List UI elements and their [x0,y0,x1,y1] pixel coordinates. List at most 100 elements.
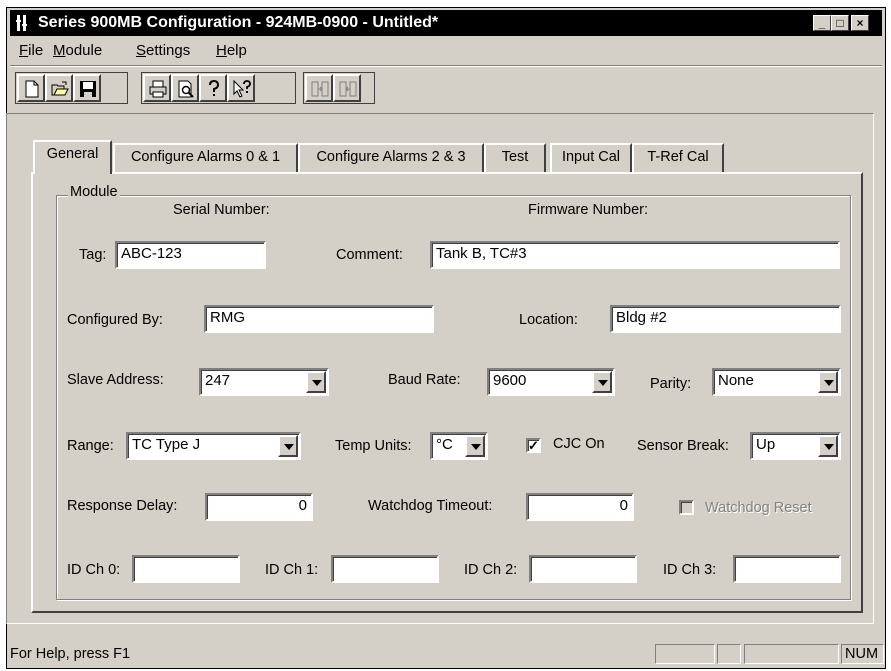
watchdog-reset-checkbox[interactable] [679,500,694,515]
title-bar[interactable]: Series 900MB Configuration - 924MB-0900 … [10,10,882,36]
range-value: TC Type J [132,436,201,453]
save-button[interactable] [73,74,101,102]
menu-help[interactable]: Help [216,42,247,59]
baud-rate-select[interactable]: 9600 [487,368,615,396]
toolbar-separator [10,65,882,67]
response-delay-field[interactable]: 0 [205,493,313,521]
slave-address-select[interactable]: 247 [199,368,329,396]
menu-help-accel: H [216,42,227,59]
download-button[interactable] [305,74,333,102]
new-icon [25,80,39,98]
menu-file-label: ile [28,42,44,59]
id-ch2-label: ID Ch 2: [464,562,518,578]
menu-settings[interactable]: Settings [136,42,190,59]
cjc-checkbox[interactable]: ✓ [526,438,541,453]
tab-t-ref-cal-label: T-Ref Cal [647,149,709,165]
menu-file-accel: F [19,42,29,59]
tag-field[interactable]: ABC-123 [115,241,266,269]
response-delay-label: Response Delay: [67,498,178,514]
watchdog-reset-label: Watchdog Reset [705,500,812,516]
about-button[interactable] [199,74,227,102]
id-ch1-label: ID Ch 1: [265,562,319,578]
sensor-break-select[interactable]: Up [750,432,841,460]
menu-help-label: elp [226,42,247,59]
menu-module[interactable]: Module [53,42,102,59]
chevron-down-icon[interactable] [818,435,838,457]
new-button[interactable] [17,74,45,102]
id-ch1-field[interactable] [331,555,439,583]
temp-units-select[interactable]: °C [430,432,488,460]
menu-module-accel: M [53,42,66,59]
print-preview-button[interactable] [171,74,199,102]
location-field[interactable]: Bldg #2 [610,305,841,333]
tab-test-label: Test [501,149,529,165]
menu-module-label: odule [65,42,103,59]
id-ch3-label: ID Ch 3: [663,562,717,578]
about-icon [209,79,220,96]
open-button[interactable] [45,74,73,102]
baud-rate-value: 9600 [493,372,527,389]
watchdog-timeout-field[interactable]: 0 [526,493,634,521]
status-help-text: For Help, press F1 [10,646,131,662]
tab-general-label: General [46,146,99,162]
close-icon: × [856,16,864,30]
menu-settings-accel: S [136,42,147,59]
status-num-indicator: NUM [841,644,884,664]
tab-input-cal[interactable]: Input Cal [550,143,632,172]
tab-general[interactable]: General [33,140,112,174]
tab-configure-alarms-0-1[interactable]: Configure Alarms 0 & 1 [113,143,298,172]
chevron-down-icon[interactable] [592,371,612,393]
upload-button[interactable] [333,74,361,102]
id-ch3-field[interactable] [733,555,841,583]
chevron-down-icon[interactable] [818,371,838,393]
minimize-icon: _ [818,16,826,30]
configured-by-label: Configured By: [67,312,163,328]
close-button[interactable]: × [851,15,869,31]
chevron-down-icon[interactable] [465,435,485,457]
slave-address-label: Slave Address: [67,372,164,388]
tab-input-cal-label: Input Cal [561,149,621,165]
id-ch0-label: ID Ch 0: [67,562,121,578]
watchdog-timeout-label: Watchdog Timeout: [368,498,493,514]
tab-configure-alarms-0-1-label: Configure Alarms 0 & 1 [130,149,281,165]
context-help-icon [233,79,251,98]
cjc-label[interactable]: CJC On [553,436,605,452]
location-label: Location: [519,312,578,328]
tab-t-ref-cal[interactable]: T-Ref Cal [632,143,724,172]
app-icon [16,15,27,31]
maximize-icon: □ [836,16,844,30]
menu-file[interactable]: File [19,42,43,59]
maximize-button[interactable]: □ [831,15,849,31]
id-ch0-field[interactable] [132,555,240,583]
context-help-button[interactable] [227,74,255,102]
chevron-down-icon[interactable] [306,371,326,393]
window-title: Series 900MB Configuration - 924MB-0900 … [38,14,439,31]
print-button[interactable] [143,74,171,102]
tab-configure-alarms-2-3[interactable]: Configure Alarms 2 & 3 [298,143,484,172]
chevron-down-icon[interactable] [278,435,298,457]
temp-units-label: Temp Units: [335,438,412,454]
comment-label: Comment: [336,247,403,263]
firmware-number-label: Firmware Number: [528,202,649,218]
sensor-break-value: Up [756,436,776,453]
parity-value: None [718,372,754,389]
parity-select[interactable]: None [712,368,841,396]
checkmark-icon: ✓ [528,438,539,453]
id-ch2-field[interactable] [529,555,637,583]
print-icon [149,80,167,98]
tag-label: Tag: [79,247,107,263]
tab-test[interactable]: Test [484,143,546,172]
menu-bar: File Module Settings Help [10,39,882,63]
configured-by-field[interactable]: RMG [204,305,434,333]
comment-field[interactable]: Tank B, TC#3 [430,241,840,269]
save-icon [80,81,96,97]
serial-number-label: Serial Number: [173,202,270,218]
parity-label: Parity: [650,376,692,392]
menu-settings-label: ettings [146,42,191,59]
minimize-button[interactable]: _ [813,15,831,31]
range-select[interactable]: TC Type J [126,432,301,460]
slave-address-value: 247 [205,372,231,389]
temp-units-value: °C [436,436,453,453]
open-icon [51,81,69,96]
status-pane-1 [655,644,715,664]
